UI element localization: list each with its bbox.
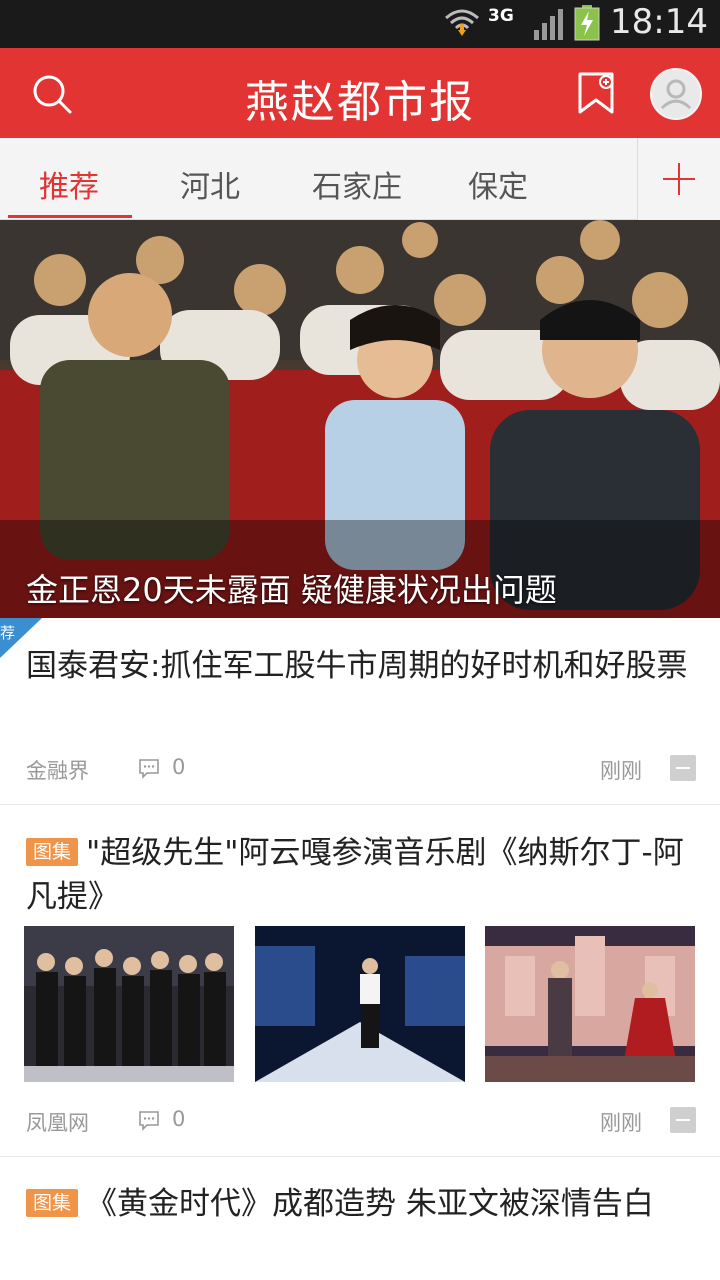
tab-baoding[interactable]: 保定 — [468, 162, 528, 206]
hero-image — [0, 220, 720, 618]
article-meta: 金融界 0 刚刚 — [26, 753, 696, 783]
dismiss-icon[interactable] — [670, 1107, 696, 1133]
list-item[interactable]: 国泰君安:抓住军工股牛市周期的好时机和好股票 金融界 0 刚刚 — [0, 640, 720, 804]
divider — [0, 804, 720, 805]
article-time: 刚刚 — [600, 759, 642, 783]
comment-count: 0 — [172, 755, 186, 779]
app-header: 燕赵都市报 — [0, 48, 720, 138]
tab-shijiazhuang[interactable]: 石家庄 — [312, 162, 402, 206]
article-title: 图集 "超级先生"阿云嘎参演音乐剧《纳斯尔丁-阿凡提》 — [26, 831, 698, 919]
hero-caption: 金正恩20天未露面 疑健康状况出问题 — [26, 571, 557, 609]
battery-icon — [574, 5, 600, 41]
thumbnail-image[interactable] — [255, 926, 465, 1082]
comment-icon — [139, 1111, 159, 1131]
network-type: 3G — [488, 6, 514, 26]
article-title: 国泰君安:抓住军工股牛市周期的好时机和好股票 — [26, 648, 688, 684]
comment-count: 0 — [172, 1107, 186, 1131]
add-tab-button[interactable] — [637, 138, 720, 220]
signal-icon — [534, 9, 563, 40]
status-bar: 3G 18:14 — [0, 0, 720, 48]
article-title-text: 《黄金时代》成都造势 朱亚文被深情告白 — [86, 1186, 654, 1222]
comment-icon — [139, 759, 159, 779]
gallery-tag: 图集 — [26, 1189, 79, 1217]
wifi-icon — [445, 9, 479, 36]
category-tabs: 推荐 河北 石家庄 保定 — [0, 138, 720, 220]
list-item[interactable]: 图集 "超级先生"阿云嘎参演音乐剧《纳斯尔丁-阿凡提》 凤凰网 0 刚刚 — [0, 828, 720, 1158]
article-source: 凤凰网 — [26, 1111, 89, 1135]
article-title-text: "超级先生"阿云嘎参演音乐剧《纳斯尔丁-阿凡提》 — [26, 835, 684, 915]
article-meta: 凤凰网 0 刚刚 — [26, 1105, 696, 1135]
gallery-tag: 图集 — [26, 838, 79, 866]
divider — [0, 1156, 720, 1157]
active-tab-indicator — [8, 215, 132, 218]
article-title: 图集 《黄金时代》成都造势 朱亚文被深情告白 — [26, 1182, 698, 1226]
article-source: 金融界 — [26, 759, 89, 783]
clock: 18:14 — [610, 2, 708, 42]
tab-recommend[interactable]: 推荐 — [39, 162, 99, 206]
dismiss-icon[interactable] — [670, 755, 696, 781]
hero-banner[interactable]: 金正恩20天未露面 疑健康状况出问题 — [0, 220, 720, 618]
tab-hebei[interactable]: 河北 — [180, 162, 240, 206]
bookmark-icon[interactable] — [576, 70, 616, 116]
article-time: 刚刚 — [600, 1111, 642, 1135]
list-item[interactable]: 图集 《黄金时代》成都造势 朱亚文被深情告白 — [0, 1180, 720, 1280]
avatar-icon[interactable] — [650, 68, 702, 120]
thumbnail-image[interactable] — [485, 926, 695, 1082]
thumbnail-image[interactable] — [24, 926, 234, 1082]
plus-icon — [663, 163, 695, 195]
